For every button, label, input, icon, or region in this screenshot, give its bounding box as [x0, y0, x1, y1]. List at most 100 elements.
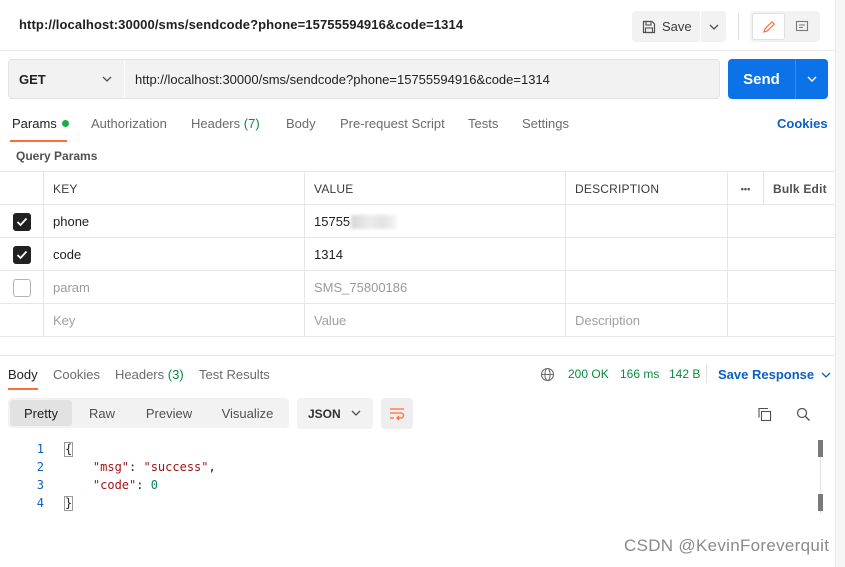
table-header-row: KEY VALUE DESCRIPTION ••• Bulk Edit	[0, 172, 835, 205]
json-value: 0	[150, 478, 158, 492]
code-text: "code": 0	[92, 478, 158, 492]
view-visualize-button[interactable]: Visualize	[208, 400, 287, 426]
save-button-group: Save	[632, 11, 726, 42]
panel-divider	[0, 336, 835, 356]
title-bar: http://localhost:30000/sms/sendcode?phon…	[0, 0, 845, 51]
param-description[interactable]	[566, 238, 728, 271]
param-description[interactable]	[566, 205, 728, 238]
column-header-description: DESCRIPTION	[566, 172, 728, 205]
json-key: "msg"	[92, 460, 130, 474]
request-tabs: Params Authorization Headers (7) Body Pr…	[0, 110, 835, 142]
table-row: phone 15755	[0, 205, 835, 238]
param-key[interactable]: param	[44, 271, 305, 304]
divider	[738, 13, 739, 40]
param-key[interactable]: phone	[44, 205, 305, 238]
code-line: 2 "msg": "success",	[0, 458, 815, 476]
line-number: 1	[36, 442, 44, 456]
code-text: }	[64, 496, 74, 511]
headers-count: (7)	[243, 116, 260, 131]
resp-headers-count: (3)	[167, 367, 184, 382]
table-row: param SMS_75800186	[0, 271, 835, 304]
bulk-edit-button[interactable]: Bulk Edit	[764, 172, 835, 205]
copy-button[interactable]	[754, 404, 774, 424]
table-row: code 1314	[0, 238, 835, 271]
param-checkbox-phone[interactable]	[12, 212, 31, 231]
param-description[interactable]	[566, 271, 728, 304]
new-key-input[interactable]: Key	[44, 304, 305, 337]
method-select[interactable]: GET	[9, 60, 125, 98]
tab-settings[interactable]: Settings	[522, 116, 569, 131]
response-size[interactable]: 142 B	[669, 367, 700, 381]
method-label: GET	[19, 71, 46, 87]
param-value[interactable]: 1314	[305, 238, 566, 271]
scrollbar-marker[interactable]	[818, 440, 823, 457]
param-checkbox-param[interactable]	[12, 278, 31, 297]
check-icon	[16, 250, 27, 259]
save-response-label: Save Response	[718, 367, 815, 382]
new-description-input[interactable]: Description	[566, 304, 728, 337]
code-line: 1 {	[0, 440, 815, 458]
redacted-value	[351, 214, 398, 229]
tab-pre-request-script[interactable]: Pre-request Script	[340, 116, 445, 131]
tab-label: Headers	[191, 116, 241, 131]
url-input[interactable]	[125, 60, 719, 98]
tab-label: Params	[12, 116, 57, 131]
json-comma: ,	[208, 460, 216, 474]
param-value[interactable]: SMS_75800186	[305, 271, 566, 304]
save-button[interactable]: Save	[632, 11, 701, 42]
comment-mode-button[interactable]	[785, 13, 818, 40]
wrap-lines-button[interactable]	[381, 398, 413, 429]
scrollbar-marker[interactable]	[818, 494, 823, 511]
new-value-input[interactable]: Value	[305, 304, 566, 337]
globe-icon[interactable]	[540, 367, 555, 382]
column-header-value: VALUE	[305, 172, 566, 205]
tab-body[interactable]: Body	[286, 116, 316, 131]
send-options-button[interactable]	[796, 59, 828, 99]
resp-tab-test-results[interactable]: Test Results	[199, 367, 270, 382]
floppy-disk-icon	[642, 20, 656, 33]
new-param-row: Key Value Description	[0, 304, 835, 337]
tab-tests[interactable]: Tests	[468, 116, 498, 131]
cookies-link[interactable]: Cookies	[777, 116, 828, 131]
search-button[interactable]	[793, 404, 813, 424]
status-code[interactable]: 200 OK	[568, 367, 609, 381]
resp-tab-headers[interactable]: Headers (3)	[115, 367, 184, 382]
view-raw-button[interactable]: Raw	[74, 400, 130, 426]
response-tabs: Body Cookies Headers (3) Test Results 20…	[0, 360, 835, 390]
request-bar: GET	[8, 59, 720, 99]
checkbox-cell	[0, 271, 44, 304]
chevron-down-icon	[351, 410, 361, 416]
chevron-down-icon	[102, 76, 112, 82]
response-time[interactable]: 166 ms	[620, 367, 659, 381]
code-line: 4 }	[0, 494, 815, 512]
resp-tab-body[interactable]: Body	[8, 367, 38, 382]
row-spacer	[728, 238, 764, 271]
chevron-down-icon	[807, 76, 817, 82]
param-checkbox-code[interactable]	[12, 245, 31, 264]
view-pretty-button[interactable]: Pretty	[10, 400, 72, 426]
params-table: KEY VALUE DESCRIPTION ••• Bulk Edit phon…	[0, 171, 835, 337]
response-body-editor[interactable]: 1 { 2 "msg": "success", 3 "code": 0 4 }	[0, 440, 815, 512]
save-response-button[interactable]: Save Response	[718, 367, 831, 382]
tab-authorization[interactable]: Authorization	[91, 116, 167, 131]
tab-headers[interactable]: Headers (7)	[191, 116, 260, 131]
param-key[interactable]: code	[44, 238, 305, 271]
more-options-icon[interactable]: •••	[728, 172, 764, 205]
param-value[interactable]: 15755	[305, 205, 566, 238]
brace: {	[64, 442, 74, 457]
tab-params[interactable]: Params	[12, 116, 69, 131]
format-select[interactable]: JSON	[297, 398, 373, 429]
save-options-button[interactable]	[701, 11, 726, 42]
copy-icon	[757, 407, 771, 421]
checkbox-cell	[0, 304, 44, 337]
edit-mode-button[interactable]	[752, 13, 785, 40]
header-checkbox-cell	[0, 172, 44, 205]
request-title[interactable]: http://localhost:30000/sms/sendcode?phon…	[19, 17, 463, 32]
send-button[interactable]: Send	[728, 59, 796, 99]
code-text: {	[64, 442, 74, 457]
json-key: "code"	[92, 478, 137, 492]
comment-icon	[795, 20, 808, 31]
view-preview-button[interactable]: Preview	[132, 400, 206, 426]
resp-tab-cookies[interactable]: Cookies	[53, 367, 100, 382]
checkbox-cell	[0, 205, 44, 238]
